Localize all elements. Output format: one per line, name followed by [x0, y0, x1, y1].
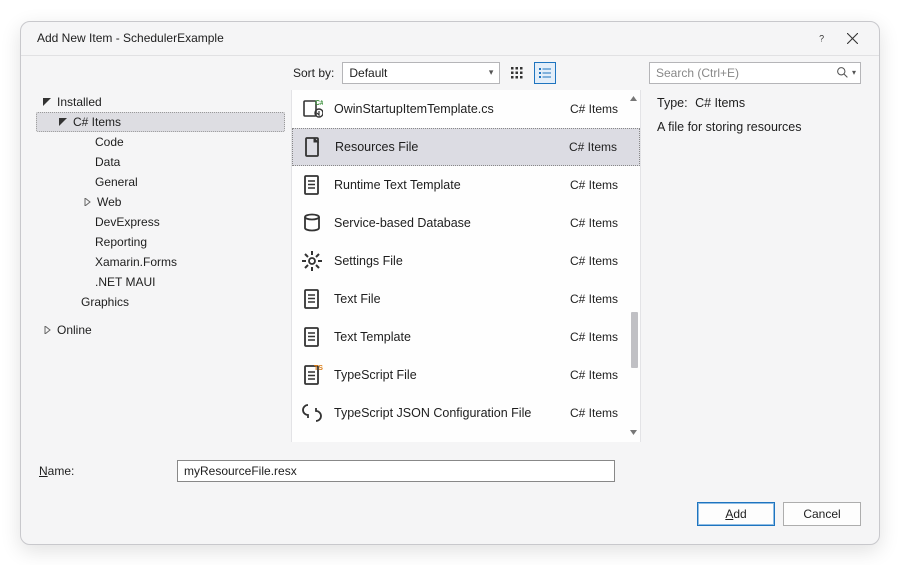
scrollbar[interactable]: [628, 94, 638, 438]
template-category: C# Items: [570, 292, 632, 306]
template-icon: [300, 401, 324, 425]
dialog-title: Add New Item - SchedulerExample: [37, 31, 807, 45]
sort-by-label: Sort by:: [293, 66, 334, 80]
description: A file for storing resources: [657, 120, 857, 134]
template-icon: [301, 135, 325, 159]
tree-item-web[interactable]: Web: [37, 192, 285, 212]
template-item[interactable]: Text Template C# Items: [292, 318, 640, 356]
bottom-panel: Name: myResourceFile.resx Add Cancel: [21, 450, 879, 544]
template-label: Text File: [334, 292, 560, 306]
tree-item-installed[interactable]: Installed: [37, 92, 285, 112]
details-pane: Type: C# Items A file for storing resour…: [641, 90, 861, 442]
sort-by-select[interactable]: Default ▾: [342, 62, 500, 84]
template-icon: [300, 287, 324, 311]
template-category: C# Items: [570, 216, 632, 230]
template-icon: [300, 211, 324, 235]
cancel-button[interactable]: Cancel: [783, 502, 861, 526]
template-category: C# Items: [570, 254, 632, 268]
expander-icon: [41, 326, 53, 334]
close-button[interactable]: [837, 23, 867, 53]
template-label: Runtime Text Template: [334, 178, 560, 192]
view-grid-button[interactable]: [506, 62, 528, 84]
template-item[interactable]: Runtime Text Template C# Items: [292, 166, 640, 204]
tree-item-general[interactable]: General: [37, 172, 285, 192]
template-item[interactable]: Resources File C# Items: [292, 128, 640, 166]
template-item[interactable]: OwinStartupItemTemplate.cs C# Items: [292, 90, 640, 128]
template-label: Resources File: [335, 140, 559, 154]
template-icon: [300, 97, 324, 121]
name-label: Name:: [39, 464, 169, 478]
tree-item-code[interactable]: Code: [37, 132, 285, 152]
scroll-down-icon[interactable]: [628, 428, 638, 438]
type-value: C# Items: [695, 96, 745, 110]
template-icon: [300, 363, 324, 387]
scroll-up-icon[interactable]: [628, 94, 638, 104]
template-label: TypeScript JSON Configuration File: [334, 406, 560, 420]
tree-item-xamarin[interactable]: Xamarin.Forms: [37, 252, 285, 272]
tree-item-online[interactable]: Online: [37, 320, 285, 340]
template-category: C# Items: [570, 330, 632, 344]
template-item[interactable]: TypeScript File C# Items: [292, 356, 640, 394]
template-category: C# Items: [570, 102, 632, 116]
template-category: C# Items: [570, 178, 632, 192]
template-item[interactable]: TypeScript JSON Configuration File C# Ite…: [292, 394, 640, 432]
search-icon: [836, 66, 849, 79]
tree-item-data[interactable]: Data: [37, 152, 285, 172]
template-list: OwinStartupItemTemplate.csC# ItemsResour…: [291, 90, 641, 442]
category-tree: Installed C# Items Code Data General Web…: [35, 90, 291, 442]
add-new-item-dialog: Add New Item - SchedulerExample ? Sort b…: [20, 21, 880, 545]
scroll-thumb[interactable]: [631, 312, 638, 368]
tree-item-devexpress[interactable]: DevExpress: [37, 212, 285, 232]
template-item[interactable]: Text File C# Items: [292, 280, 640, 318]
tree-item-csharp[interactable]: C# Items: [36, 112, 285, 132]
tree-item-graphics[interactable]: Graphics: [37, 292, 285, 312]
template-label: Service-based Database: [334, 216, 560, 230]
add-button[interactable]: Add: [697, 502, 775, 526]
template-category: C# Items: [570, 406, 632, 420]
template-icon: [300, 249, 324, 273]
search-placeholder: Search (Ctrl+E): [656, 66, 836, 80]
type-label: Type:: [657, 96, 688, 110]
sort-by-value: Default: [349, 66, 387, 80]
main-area: Installed C# Items Code Data General Web…: [21, 90, 879, 450]
titlebar: Add New Item - SchedulerExample ?: [21, 22, 879, 56]
tree-item-reporting[interactable]: Reporting: [37, 232, 285, 252]
template-label: OwinStartupItemTemplate.cs: [334, 102, 560, 116]
template-category: C# Items: [570, 368, 632, 382]
template-item[interactable]: Settings File C# Items: [292, 242, 640, 280]
expander-icon: [57, 118, 69, 126]
expander-icon: [81, 198, 93, 206]
template-item[interactable]: Service-based Database C# Items: [292, 204, 640, 242]
template-category: C# Items: [569, 140, 631, 154]
chevron-down-icon: ▾: [489, 67, 494, 78]
view-list-button[interactable]: [534, 62, 556, 84]
toolbar: Sort by: Default ▾ Search (Ctrl+E) ▾: [21, 56, 879, 90]
tree-item-maui[interactable]: .NET MAUI: [37, 272, 285, 292]
template-icon: [300, 325, 324, 349]
template-icon: [300, 173, 324, 197]
name-input-value: myResourceFile.resx: [184, 464, 297, 478]
svg-text:?: ?: [819, 33, 824, 43]
expander-icon: [41, 98, 53, 106]
help-button[interactable]: ?: [807, 23, 837, 53]
search-input[interactable]: Search (Ctrl+E) ▾: [649, 62, 861, 84]
search-dropdown-icon: ▾: [852, 68, 856, 77]
name-input[interactable]: myResourceFile.resx: [177, 460, 615, 482]
template-label: Settings File: [334, 254, 560, 268]
template-label: TypeScript File: [334, 368, 560, 382]
template-label: Text Template: [334, 330, 560, 344]
